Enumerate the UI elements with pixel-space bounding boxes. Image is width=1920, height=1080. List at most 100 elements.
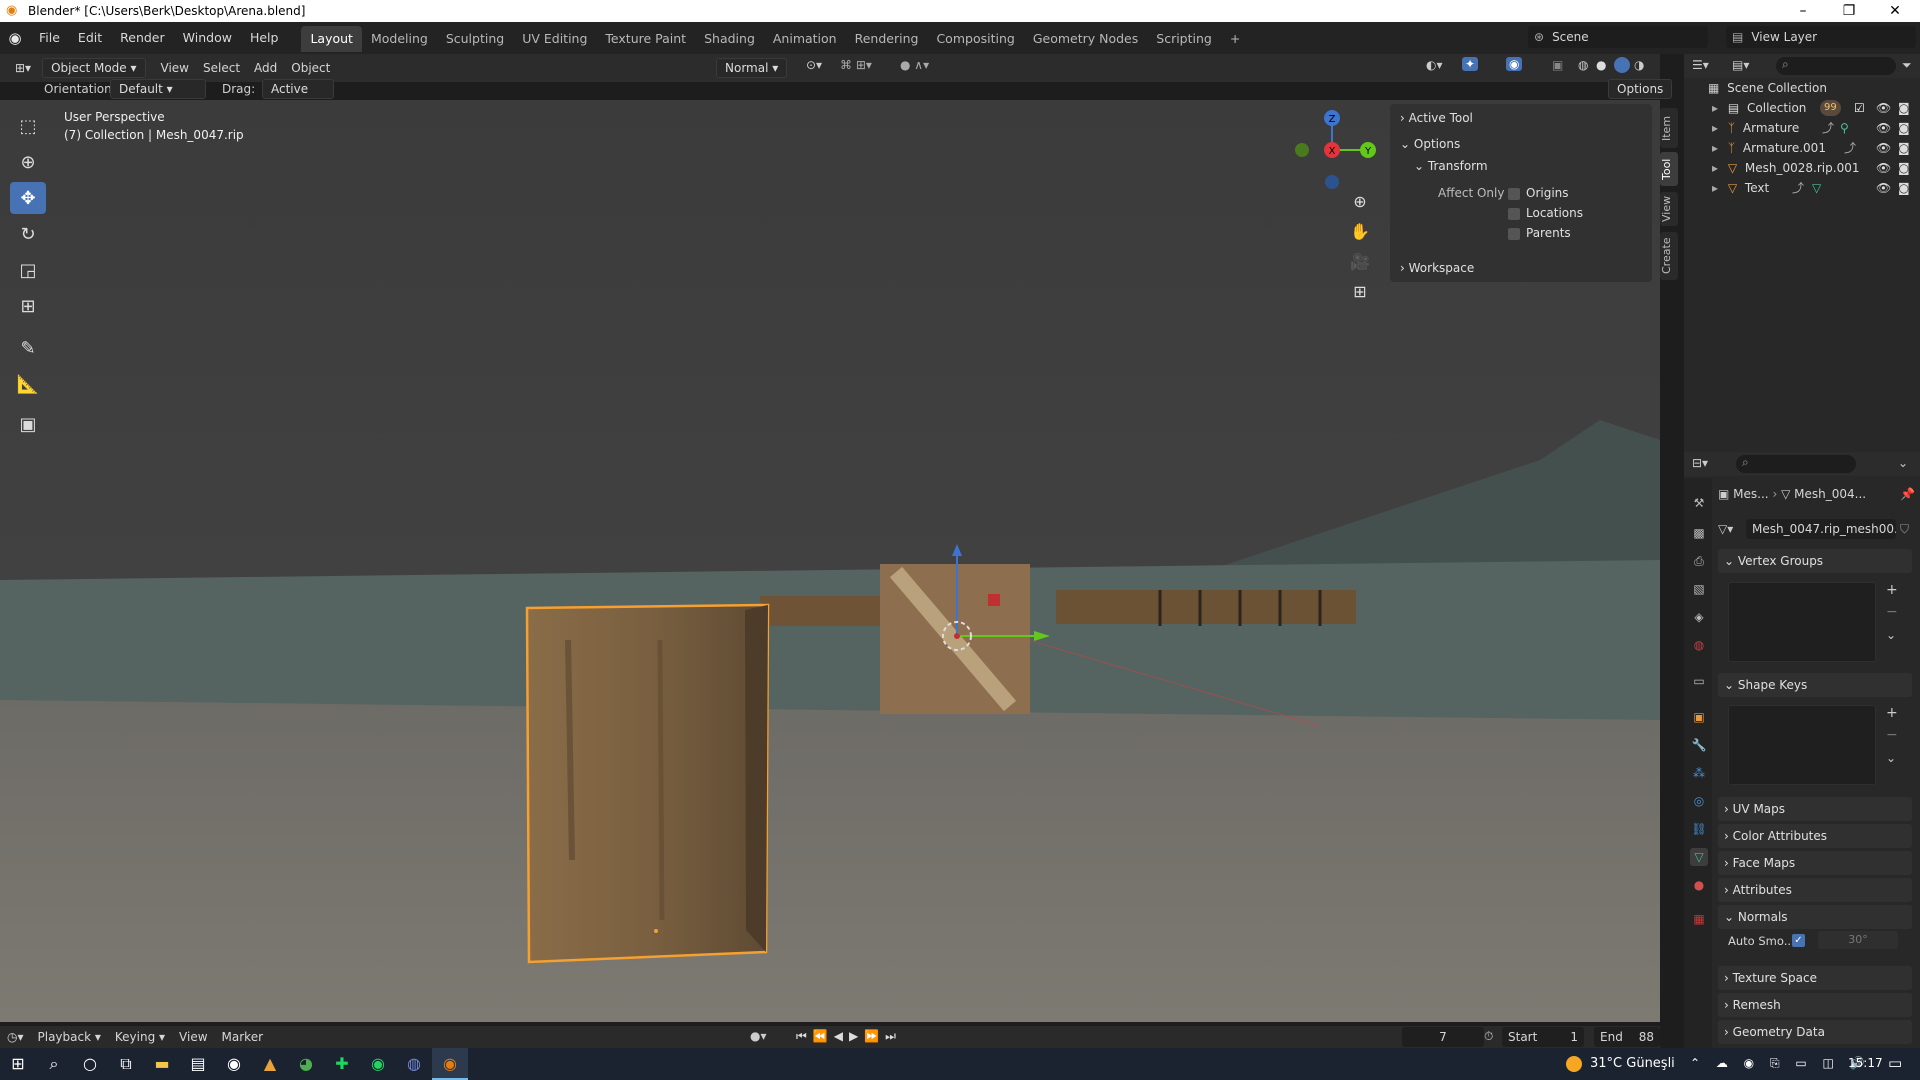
blender-menu-icon[interactable]: ◉ <box>0 29 30 47</box>
store-icon[interactable]: ▤ <box>180 1048 216 1080</box>
pin-icon[interactable]: 📌 <box>1900 483 1915 505</box>
constraints-tab-icon[interactable]: ⛓ <box>1690 820 1708 838</box>
world-tab-icon[interactable]: ◍ <box>1690 636 1708 654</box>
transform-orientation-dropdown[interactable]: Normal ▾ <box>716 58 788 78</box>
zoom-icon[interactable]: ⊕ <box>1348 192 1372 216</box>
outliner-item-mesh-0028[interactable]: ▸ ▽ Mesh_0028.rip.001 👁 ◙ <box>1684 158 1920 178</box>
outliner-item-armature[interactable]: ▸ ᛉ Armature ⤴ ⚲ 👁 ◙ <box>1684 118 1920 138</box>
pan-hand-icon[interactable]: ✋ <box>1348 222 1372 246</box>
rotate-tool-icon[interactable]: ↻ <box>10 218 46 250</box>
outliner-item-text[interactable]: ▸ ▽ Text ⤴ ▽ 👁 ◙ <box>1684 178 1920 198</box>
current-frame-field[interactable]: 7 <box>1402 1027 1484 1047</box>
workspace-tab-scripting[interactable]: Scripting <box>1147 26 1221 52</box>
menu-render[interactable]: Render <box>111 22 174 54</box>
task-view-icon[interactable]: ⧉ <box>108 1048 144 1080</box>
selected-crate[interactable] <box>525 603 770 964</box>
checkbox-icon[interactable]: ☑ <box>1854 98 1865 118</box>
workspace-tab-layout[interactable]: Layout <box>301 26 362 52</box>
fake-user-shield-icon[interactable]: ⛉ <box>1900 518 1909 540</box>
gizmo-neg-z-handle[interactable] <box>1325 175 1339 189</box>
section-color-attributes[interactable]: › Color Attributes <box>1718 824 1912 848</box>
object-tab-icon[interactable]: ▣ <box>1690 708 1708 726</box>
menu-edit[interactable]: Edit <box>69 22 111 54</box>
scene-selector[interactable]: ⊛ Scene <box>1528 26 1708 48</box>
maximize-button[interactable]: ❐ <box>1826 0 1872 22</box>
transform-subsection[interactable]: ⌄ Transform <box>1414 156 1488 176</box>
workspace-tab-shading[interactable]: Shading <box>695 26 764 52</box>
record-icon[interactable]: ●▾ <box>750 1029 767 1043</box>
blender-taskbar-icon[interactable]: ◉ <box>432 1048 468 1080</box>
marker-menu[interactable]: Marker <box>215 1026 270 1048</box>
add-vertex-group-button[interactable]: + <box>1886 582 1898 598</box>
vertex-group-menu-icon[interactable]: ⌄ <box>1886 628 1896 642</box>
texture-tab-icon[interactable]: ▦ <box>1690 910 1708 928</box>
outliner-root[interactable]: ▦ Scene Collection <box>1684 78 1920 98</box>
render-tab-icon[interactable]: ▩ <box>1690 524 1708 542</box>
select-menu[interactable]: Select <box>196 57 247 79</box>
discord-icon[interactable]: ◍ <box>396 1048 432 1080</box>
orientation-dropdown[interactable]: Default ▾ <box>110 79 206 99</box>
cortana-icon[interactable]: ○ <box>72 1048 108 1080</box>
eye-icon[interactable]: 👁 <box>1876 118 1891 138</box>
view-layer-tab-icon[interactable]: ▧ <box>1690 580 1708 598</box>
expand-arrow-icon[interactable]: ▸ <box>1712 141 1718 155</box>
playback-controls[interactable]: ⏮⏪◀▶⏩⏭ <box>796 1029 902 1044</box>
auto-smooth-angle-field[interactable]: 30° <box>1818 931 1898 949</box>
expand-arrow-icon[interactable]: ▸ <box>1712 161 1718 175</box>
section-attributes[interactable]: › Attributes <box>1718 878 1912 902</box>
timeline-view-menu[interactable]: View <box>172 1026 214 1048</box>
menu-file[interactable]: File <box>30 22 69 54</box>
ortho-grid-icon[interactable]: ⊞ <box>1348 282 1372 306</box>
close-button[interactable]: ✕ <box>1872 0 1918 22</box>
eye-icon[interactable]: 👁 <box>1876 98 1891 118</box>
solid-shading-icon[interactable]: ● <box>1596 58 1606 72</box>
eye-icon[interactable]: 👁 <box>1876 158 1891 178</box>
material-shading-icon[interactable] <box>1614 57 1630 73</box>
modifier-tab-icon[interactable]: 🔧 <box>1690 736 1708 754</box>
transform-tool-icon[interactable]: ⊞ <box>10 290 46 322</box>
measure-tool-icon[interactable]: 📐 <box>10 368 46 400</box>
options-section[interactable]: ⌄ Options <box>1400 134 1642 154</box>
search-icon[interactable]: ⌕ <box>36 1048 72 1080</box>
section-texture-space[interactable]: › Texture Space <box>1718 966 1912 990</box>
snap-icon[interactable]: ⌘ ⊞▾ <box>840 58 872 72</box>
editor-type-icon[interactable]: ⊞▾ <box>8 57 38 79</box>
filter-icon[interactable]: ⏷ <box>1902 58 1912 73</box>
chrome-icon[interactable]: ◕ <box>288 1048 324 1080</box>
workspace-tab-geometry-nodes[interactable]: Geometry Nodes <box>1024 26 1147 52</box>
keying-menu[interactable]: Keying ▾ <box>108 1026 172 1048</box>
outliner-item-collection[interactable]: ▸ ▤ Collection 99 ☑ 👁 ◙ <box>1684 98 1920 118</box>
section-vertex-groups[interactable]: ⌄ Vertex Groups <box>1718 549 1912 573</box>
windows-start-icon[interactable]: ⊞ <box>0 1048 36 1080</box>
add-menu[interactable]: Add <box>247 57 284 79</box>
gizmo-toggle-icon[interactable]: ✦ <box>1462 57 1479 71</box>
workspace-tab-sculpting[interactable]: Sculpting <box>437 26 513 52</box>
timeline-editor-icon[interactable]: ◷▾ <box>0 1026 31 1048</box>
workspace-tab-animation[interactable]: Animation <box>764 26 846 52</box>
app-icon[interactable]: ◉ <box>216 1048 252 1080</box>
eye-icon[interactable]: 👁 <box>1876 138 1891 158</box>
overlay-toggle-icon[interactable]: ◉ <box>1506 57 1523 71</box>
move-tool-icon[interactable]: ✥ <box>10 182 46 214</box>
sidebar-tab-tool[interactable]: Tool <box>1660 152 1678 186</box>
annotate-tool-icon[interactable]: ✎ <box>10 332 46 364</box>
properties-search-input[interactable]: ⌕ <box>1736 455 1856 473</box>
output-tab-icon[interactable]: ⎙ <box>1690 552 1708 570</box>
add-cube-tool-icon[interactable]: ▣ <box>10 408 46 440</box>
mesh-browse-icon[interactable]: ▽▾ <box>1718 522 1733 536</box>
shape-keys-list[interactable] <box>1728 705 1876 785</box>
sidebar-tab-create[interactable]: Create <box>1660 232 1678 280</box>
minimize-button[interactable]: – <box>1780 0 1826 22</box>
pivot-point-icon[interactable]: ⊙▾ <box>806 58 822 72</box>
outliner-editor-type-icon[interactable]: ☰▾ <box>1692 58 1709 72</box>
xray-icon[interactable]: ▣ <box>1552 58 1563 72</box>
menu-help[interactable]: Help <box>241 22 288 54</box>
add-shape-key-button[interactable]: + <box>1886 705 1898 721</box>
section-uv-maps[interactable]: › UV Maps <box>1718 797 1912 821</box>
remove-vertex-group-button[interactable]: − <box>1886 604 1898 620</box>
spotify-icon[interactable]: ◉ <box>360 1048 396 1080</box>
expand-arrow-icon[interactable]: ▸ <box>1712 121 1718 135</box>
object-mode-dropdown[interactable]: Object Mode ▾ <box>42 58 146 78</box>
add-workspace-button[interactable]: + <box>1221 26 1249 52</box>
workspace-section[interactable]: › Workspace <box>1400 258 1642 278</box>
